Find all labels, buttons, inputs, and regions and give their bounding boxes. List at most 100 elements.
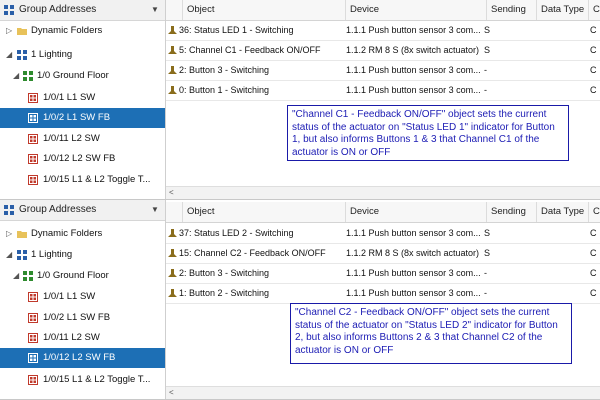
- cell-device: 1.1.2 RM 8 S (8x switch actuator): [346, 248, 480, 258]
- column-header-c[interactable]: C: [588, 202, 600, 222]
- tree-node-label: 1/0/15 L1 & L2 Toggle T...: [43, 374, 151, 385]
- tree-node-ground-floor[interactable]: ◢ 1/0 Ground Floor: [0, 66, 165, 86]
- column-header-c[interactable]: C: [588, 0, 600, 20]
- tree-node-label: 1/0 Ground Floor: [37, 70, 109, 81]
- column-header-sending[interactable]: Sending: [486, 202, 536, 222]
- cell-c: C: [590, 45, 597, 55]
- collapse-arrow-icon[interactable]: ◢: [6, 45, 12, 65]
- cell-object: 1: Button 2 - Switching: [179, 288, 270, 298]
- cell-object: 2: Button 3 - Switching: [179, 268, 270, 278]
- column-header-data-type[interactable]: Data Type: [536, 202, 588, 222]
- tree-node-dynamic-folders[interactable]: ▷ Dynamic Folders: [0, 21, 165, 41]
- cell-device: 1.1.1 Push button sensor 3 com...: [346, 85, 481, 95]
- cell-sending: S: [484, 45, 491, 55]
- tree-node-label: 1/0/1 L1 SW: [43, 92, 96, 103]
- object-icon: [168, 289, 177, 297]
- object-icon: [168, 229, 177, 237]
- group-grid-icon: [17, 50, 27, 60]
- horizontal-scrollbar[interactable]: <: [166, 186, 600, 199]
- object-icon: [168, 269, 177, 277]
- collapse-arrow-icon[interactable]: ◢: [13, 66, 19, 86]
- collapse-arrow-icon[interactable]: ◢: [13, 266, 19, 286]
- collapse-arrow-icon[interactable]: ◢: [6, 245, 12, 265]
- tree-node-dynamic-folders[interactable]: ▷ Dynamic Folders: [0, 224, 165, 244]
- expand-arrow-icon[interactable]: ▷: [6, 21, 12, 41]
- cell-sending: -: [484, 85, 487, 95]
- annotation-note: "Channel C1 - Feedback ON/OFF" object se…: [287, 105, 569, 161]
- cell-device: 1.1.1 Push button sensor 3 com...: [346, 228, 481, 238]
- tree-node-1-0-2-selected[interactable]: 1/0/2 L1 SW FB: [0, 108, 165, 128]
- cell-object: 5: Channel C1 - Feedback ON/OFF: [179, 45, 321, 55]
- tree-title: Group Addresses: [19, 4, 97, 15]
- group-address-tree: Group Addresses ▼ ▷ Dynamic Folders ◢ 1 …: [0, 0, 166, 200]
- expand-arrow-icon[interactable]: ▷: [6, 224, 12, 244]
- cell-c: C: [590, 248, 597, 258]
- tree-node-label: 1/0/12 L2 SW FB: [43, 153, 116, 164]
- horizontal-scrollbar[interactable]: <: [166, 386, 600, 399]
- tree-node-label: 1/0/1 L1 SW: [43, 291, 96, 302]
- tree-node-1-0-2[interactable]: 1/0/2 L1 SW FB: [0, 308, 165, 328]
- cell-c: C: [590, 228, 597, 238]
- column-header-object[interactable]: Object: [182, 202, 345, 222]
- group-grid-icon: [23, 271, 33, 281]
- column-header-sending[interactable]: Sending: [486, 0, 536, 20]
- tree-node-ground-floor[interactable]: ◢ 1/0 Ground Floor: [0, 266, 165, 286]
- cell-device: 1.1.2 RM 8 S (8x switch actuator): [346, 45, 480, 55]
- tree-node-label: 1 Lighting: [31, 49, 73, 60]
- group-addresses-pane-top: Group Addresses ▼ ▷ Dynamic Folders ◢ 1 …: [0, 0, 600, 200]
- group-address-tree: Group Addresses ▼ ▷ Dynamic Folders ◢ 1 …: [0, 200, 166, 400]
- cell-c: C: [590, 25, 597, 35]
- group-grid-icon: [23, 71, 33, 81]
- cell-sending: S: [484, 248, 491, 258]
- table-row[interactable]: 1: Button 2 - Switching 1.1.1 Push butto…: [166, 284, 600, 304]
- tree-header: Group Addresses ▼: [0, 0, 165, 21]
- column-header-device[interactable]: Device: [345, 0, 486, 20]
- tree-node-lighting[interactable]: ◢ 1 Lighting: [0, 245, 165, 265]
- tree-node-label: 1/0/11 L2 SW: [43, 133, 100, 144]
- cell-object: 15: Channel C2 - Feedback ON/OFF: [179, 248, 326, 258]
- table-row[interactable]: 2: Button 3 - Switching 1.1.1 Push butto…: [166, 61, 600, 81]
- group-address-icon: [28, 313, 38, 323]
- scroll-left-icon[interactable]: <: [169, 187, 174, 199]
- table-row[interactable]: 5: Channel C1 - Feedback ON/OFF 1.1.2 RM…: [166, 41, 600, 61]
- tree-node-label: Dynamic Folders: [31, 228, 103, 239]
- group-address-icon: [28, 113, 38, 123]
- table-header: Object Device Sending Data Type C: [166, 0, 600, 21]
- tree-node-1-0-1[interactable]: 1/0/1 L1 SW: [0, 88, 165, 108]
- group-object-table: Object Device Sending Data Type C 36: St…: [166, 0, 600, 200]
- cell-sending: S: [484, 228, 491, 238]
- tree-node-1-0-12[interactable]: 1/0/12 L2 SW FB: [0, 149, 165, 169]
- tree-node-1-0-11[interactable]: 1/0/11 L2 SW: [0, 328, 165, 348]
- table-row[interactable]: 0: Button 1 - Switching 1.1.1 Push butto…: [166, 81, 600, 101]
- table-row[interactable]: 36: Status LED 1 - Switching 1.1.1 Push …: [166, 21, 600, 41]
- scroll-left-icon[interactable]: <: [169, 387, 174, 399]
- group-address-icon: [28, 375, 38, 385]
- column-header-spacer: [166, 0, 182, 20]
- tree-node-1-0-11[interactable]: 1/0/11 L2 SW: [0, 129, 165, 149]
- cell-object: 0: Button 1 - Switching: [179, 85, 270, 95]
- column-header-object[interactable]: Object: [182, 0, 345, 20]
- column-header-data-type[interactable]: Data Type: [536, 0, 588, 20]
- group-addresses-pane-bottom: Group Addresses ▼ ▷ Dynamic Folders ◢ 1 …: [0, 200, 600, 400]
- cell-sending: -: [484, 65, 487, 75]
- tree-node-1-0-15[interactable]: 1/0/15 L1 & L2 Toggle T...: [0, 370, 165, 390]
- group-address-icon: [28, 353, 38, 363]
- column-header-device[interactable]: Device: [345, 202, 486, 222]
- tree-node-lighting[interactable]: ◢ 1 Lighting: [0, 45, 165, 65]
- cell-c: C: [590, 288, 597, 298]
- table-row[interactable]: 15: Channel C2 - Feedback ON/OFF 1.1.2 R…: [166, 244, 600, 264]
- chevron-down-icon[interactable]: ▼: [151, 0, 159, 20]
- tree-node-1-0-12-selected[interactable]: 1/0/12 L2 SW FB: [0, 348, 165, 368]
- group-address-icon: [28, 175, 38, 185]
- tree-node-label: 1 Lighting: [31, 249, 73, 260]
- cell-device: 1.1.1 Push button sensor 3 com...: [346, 288, 481, 298]
- table-row[interactable]: 37: Status LED 2 - Switching 1.1.1 Push …: [166, 224, 600, 244]
- tree-node-1-0-15[interactable]: 1/0/15 L1 & L2 Toggle T...: [0, 170, 165, 190]
- tree-node-label: 1/0/15 L1 & L2 Toggle T...: [43, 174, 151, 185]
- tree-node-1-0-1[interactable]: 1/0/1 L1 SW: [0, 287, 165, 307]
- annotation-note: "Channel C2 - Feedback ON/OFF" object se…: [290, 303, 572, 364]
- group-address-icon: [28, 93, 38, 103]
- tree-node-label: 1/0/2 L1 SW FB: [43, 112, 111, 123]
- table-row[interactable]: 2: Button 3 - Switching 1.1.1 Push butto…: [166, 264, 600, 284]
- chevron-down-icon[interactable]: ▼: [151, 200, 159, 220]
